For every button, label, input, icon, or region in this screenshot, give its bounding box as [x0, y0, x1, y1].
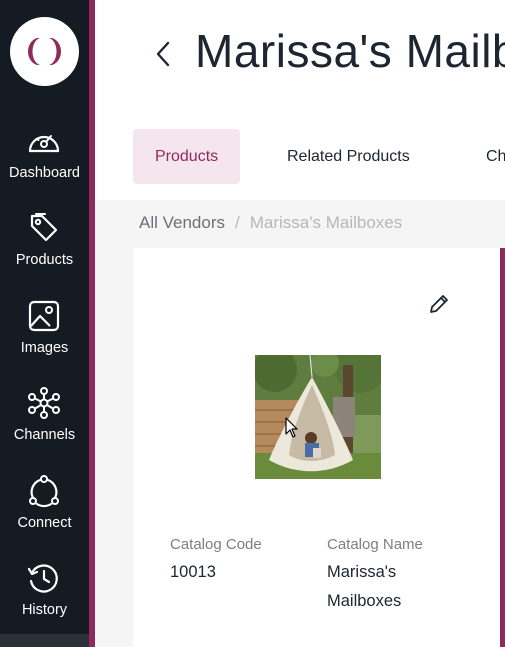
sidebar-item-history[interactable]: History — [0, 561, 89, 637]
page-header: Marissa's Mailboxes Products Related Pro… — [95, 0, 505, 200]
catalog-code-label: Catalog Code — [170, 536, 262, 553]
tab-products[interactable]: Products — [133, 129, 241, 184]
sidebar-item-label: History — [21, 602, 68, 618]
tab-channels[interactable]: Channels — [486, 129, 505, 184]
sidebar-item-images[interactable]: Images — [0, 299, 89, 375]
mouse-cursor-icon — [285, 417, 298, 438]
sidebar-item-label: Connect — [17, 515, 72, 531]
catalog-name-label: Catalog Name — [327, 536, 423, 553]
image-icon — [28, 300, 60, 332]
back-chevron-icon[interactable] — [151, 38, 175, 70]
card-accent-bar — [500, 248, 505, 647]
network-icon — [28, 387, 60, 419]
sidebar-item-products[interactable]: Products — [0, 211, 89, 287]
edit-pencil-icon[interactable] — [427, 292, 451, 316]
dashboard-gauge-icon — [28, 135, 60, 153]
product-image[interactable] — [255, 355, 381, 479]
sidebar-item-partial[interactable] — [0, 634, 89, 647]
breadcrumb-separator: / — [235, 213, 240, 232]
app-logo[interactable] — [10, 17, 79, 86]
catalog-card: Catalog Code 10013 Catalog Name Marissa'… — [133, 248, 500, 647]
sidebar: Dashboard Products Images Channels Conne… — [0, 0, 89, 647]
history-clock-icon — [27, 564, 58, 593]
breadcrumb-current: Marissa's Mailboxes — [249, 213, 403, 232]
page-title: Marissa's Mailboxes — [195, 25, 505, 77]
main-content: Marissa's Mailboxes Products Related Pro… — [95, 0, 505, 647]
catalog-code-value: 10013 — [170, 563, 216, 581]
catalog-name-value: Marissa's Mailboxes — [327, 563, 402, 610]
sidebar-item-label: Products — [15, 252, 74, 268]
sidebar-item-label: Dashboard — [9, 165, 80, 181]
sidebar-item-label: Channels — [13, 427, 76, 443]
tab-related-products[interactable]: Related Products — [287, 129, 410, 184]
sidebar-item-channels[interactable]: Channels — [0, 386, 89, 462]
breadcrumb-all-vendors[interactable]: All Vendors — [139, 213, 225, 232]
breadcrumb: All Vendors / Marissa's Mailboxes — [139, 213, 402, 233]
logo-mark-icon — [28, 38, 61, 65]
sidebar-item-dashboard[interactable]: Dashboard — [0, 124, 89, 200]
tag-icon — [30, 213, 58, 242]
sidebar-item-connect[interactable]: Connect — [0, 474, 89, 550]
sidebar-item-label: Images — [20, 340, 69, 356]
connect-cycle-icon — [29, 475, 59, 508]
